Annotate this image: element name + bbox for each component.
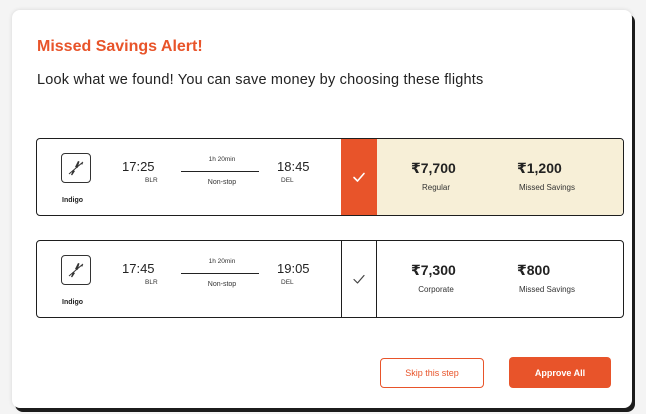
flight-stops: Non-stop (207, 281, 237, 288)
approve-all-button[interactable]: Approve All (509, 357, 611, 388)
arrival-time: 19:05 (277, 261, 310, 276)
flight-duration: 1h 20min (208, 258, 236, 265)
departure-time: 17:45 (122, 261, 155, 276)
airplane-takeoff-icon (68, 161, 84, 176)
departure-airport-code: BLR (145, 177, 158, 184)
missed-savings-modal: Missed Savings Alert! Look what we found… (12, 10, 632, 408)
airline-name: Indigo (62, 197, 83, 204)
airline-logo (61, 153, 91, 183)
arrival-airport-code: DEL (281, 177, 294, 184)
flight-option-card[interactable]: Indigo 17:25 BLR 1h 20min Non-stop 18:45… (36, 138, 624, 216)
flight-duration: 1h 20min (208, 156, 236, 163)
missed-savings-amount: ₹1,200 (517, 160, 562, 176)
airline-name: Indigo (62, 299, 83, 306)
missed-savings-label: Missed Savings (518, 183, 576, 192)
checkmark-icon (353, 172, 365, 182)
missed-savings-label: Missed Savings (518, 285, 576, 294)
price-area: ₹7,300 Corporate ₹800 Missed Savings (377, 241, 623, 317)
missed-savings-amount: ₹800 (517, 262, 551, 278)
flight-select-toggle[interactable] (341, 139, 377, 215)
checkmark-icon (353, 274, 365, 284)
fare-price: ₹7,300 (411, 262, 456, 278)
alert-message: Look what we found! You can save money b… (37, 72, 484, 88)
flight-option-card[interactable]: Indigo 17:45 BLR 1h 20min Non-stop 19:05… (36, 240, 624, 318)
fare-type-label: Regular (421, 183, 450, 192)
skip-step-button[interactable]: Skip this step (380, 358, 484, 388)
departure-time: 17:25 (122, 159, 155, 174)
airplane-takeoff-icon (68, 263, 84, 278)
route-line (181, 171, 259, 172)
alert-title: Missed Savings Alert! (37, 38, 203, 55)
flight-stops: Non-stop (207, 179, 237, 186)
route-line (181, 273, 259, 274)
fare-type-label: Corporate (418, 285, 454, 294)
flight-select-toggle[interactable] (341, 241, 377, 317)
fare-price: ₹7,700 (411, 160, 456, 176)
price-area: ₹7,700 Regular ₹1,200 Missed Savings (377, 139, 623, 215)
departure-airport-code: BLR (145, 279, 158, 286)
arrival-airport-code: DEL (281, 279, 294, 286)
airline-logo (61, 255, 91, 285)
arrival-time: 18:45 (277, 159, 310, 174)
